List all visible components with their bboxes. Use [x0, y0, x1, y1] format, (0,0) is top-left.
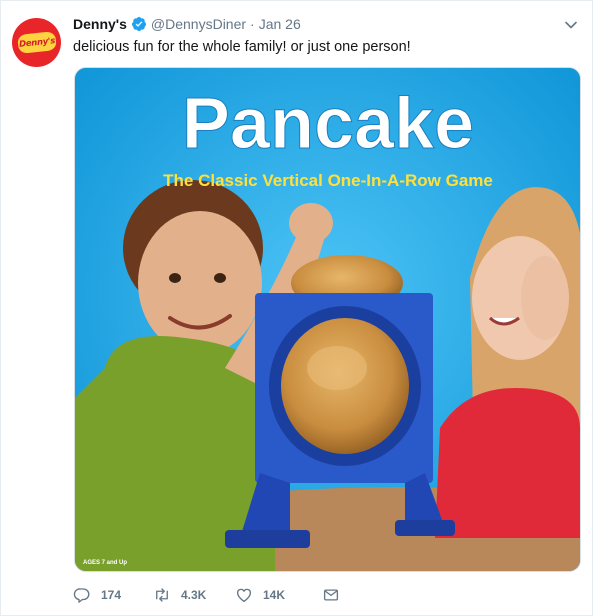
user-handle[interactable]: @DennysDiner — [151, 16, 246, 32]
pancake-box-art: Pancake The Classic Vertical One-In-A-Ro… — [75, 68, 580, 571]
like-button[interactable]: 14K — [235, 581, 322, 609]
retweet-button[interactable]: 4.3K — [153, 581, 235, 609]
reply-count: 174 — [101, 588, 122, 602]
direct-message-button[interactable] — [322, 581, 340, 609]
header-separator: · — [250, 16, 255, 32]
verified-badge-icon — [131, 17, 146, 31]
like-count: 14K — [263, 588, 286, 602]
tweet-actions: 174 4.3K 14K — [73, 581, 340, 609]
retweet-icon — [156, 588, 168, 602]
box-subtitle: The Classic Vertical One-In-A-Row Game — [163, 171, 493, 190]
display-name[interactable]: Denny's — [73, 16, 127, 32]
box-age-note: AGES 7 and Up — [83, 560, 127, 566]
tweet-card[interactable]: Denny's Denny's @DennysDiner · Jan 26 de… — [0, 0, 593, 616]
chevron-down-icon[interactable] — [564, 18, 578, 32]
reply-icon — [73, 588, 90, 603]
avatar[interactable]: Denny's — [12, 18, 61, 67]
tweet-date[interactable]: Jan 26 — [259, 16, 301, 32]
retweet-count: 4.3K — [181, 588, 207, 602]
dennys-logo: Denny's — [16, 31, 57, 54]
avatar-logo-text: Denny's — [18, 35, 55, 50]
heart-icon — [236, 588, 252, 603]
tweet-header: Denny's @DennysDiner · Jan 26 — [73, 14, 301, 34]
box-title: Pancake — [182, 84, 474, 164]
reply-button[interactable]: 174 — [73, 581, 153, 609]
tweet-text: delicious fun for the whole family! or j… — [73, 39, 411, 55]
tweet-image[interactable]: Pancake The Classic Vertical One-In-A-Ro… — [74, 67, 581, 572]
envelope-icon — [323, 589, 339, 601]
